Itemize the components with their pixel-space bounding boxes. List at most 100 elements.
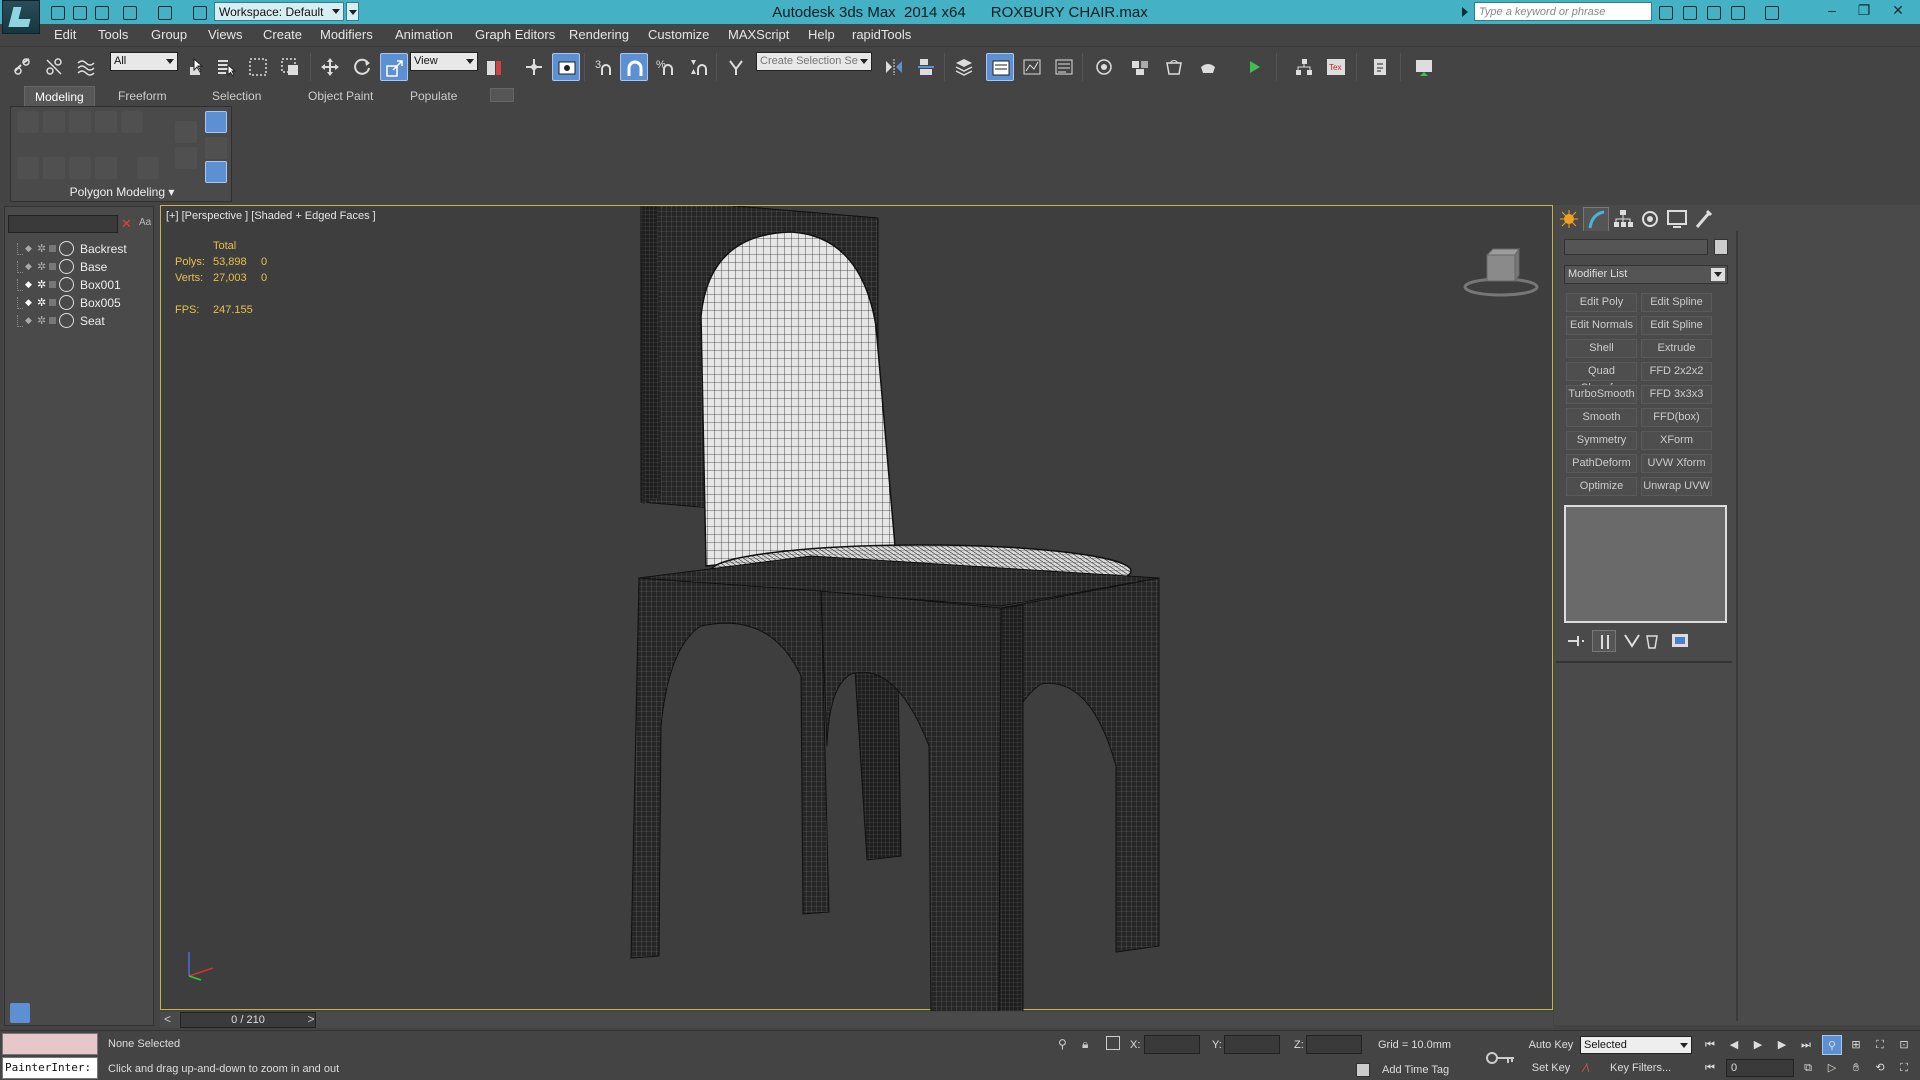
text-tools-icon[interactable]: Tex <box>1322 53 1350 81</box>
workspace-dropdown[interactable]: Workspace: Default <box>214 2 344 21</box>
z-coordinate-field[interactable] <box>1306 1035 1362 1054</box>
pathdeform-button[interactable]: PathDeform <box>1566 454 1637 473</box>
element-mode-icon[interactable] <box>95 111 117 133</box>
filter-icon[interactable] <box>116 1003 136 1023</box>
edit-normals-button[interactable]: Edit Normals <box>1566 316 1637 335</box>
display-children-icon[interactable] <box>84 1003 104 1023</box>
spinner-snap-icon[interactable] <box>684 53 712 81</box>
ribbon-options-icon[interactable] <box>490 88 514 102</box>
menu-maxscript[interactable]: MAXScript <box>728 27 789 42</box>
scene-search-input[interactable] <box>8 215 118 233</box>
quick-access-dropdown[interactable] <box>346 2 359 21</box>
modifier-list-dropdown[interactable]: Modifier List <box>1564 265 1728 284</box>
go-to-end-icon[interactable]: ⏭ <box>1796 1035 1816 1055</box>
uvw-xform-button[interactable]: UVW Xform <box>1641 454 1712 473</box>
script-tool-icon[interactable] <box>1366 53 1394 81</box>
field-of-view-icon[interactable]: ▷ <box>1822 1058 1842 1078</box>
visibility-icon[interactable]: ◆ <box>25 262 33 271</box>
modify-tab-icon[interactable] <box>1583 207 1609 231</box>
menu-modifiers[interactable]: Modifiers <box>320 27 373 42</box>
turbosmooth-button[interactable]: TurboSmooth <box>1566 385 1637 404</box>
save-file-icon[interactable] <box>92 3 110 21</box>
set-key-button[interactable]: Set Key <box>1526 1059 1576 1077</box>
display-tab-icon[interactable] <box>1664 207 1690 231</box>
menu-rendering[interactable]: Rendering <box>569 27 629 42</box>
visibility-icon[interactable]: ◆ <box>25 244 33 253</box>
tab-modeling[interactable]: Modeling <box>24 86 95 106</box>
edit-named-selections-icon[interactable] <box>722 53 750 81</box>
pin-stack-icon[interactable] <box>205 137 227 159</box>
play-animation-icon[interactable]: ▶︎ <box>1748 1035 1768 1055</box>
select-and-link-icon[interactable] <box>8 53 36 81</box>
freeze-icon[interactable]: ✲ <box>37 260 46 273</box>
command-panel-scrollbar[interactable] <box>1736 231 1738 1021</box>
tab-selection[interactable]: Selection <box>202 86 271 106</box>
extrude-button[interactable]: Extrude <box>1641 339 1712 358</box>
show-end-result-icon[interactable] <box>175 121 197 143</box>
key-mode-icon[interactable]: ⁄\ <box>1584 1061 1589 1075</box>
pan-view-icon[interactable]: ✋︎ <box>1846 1058 1866 1078</box>
remove-modifier-icon[interactable] <box>1640 630 1664 652</box>
time-configuration-icon[interactable]: ⧉ <box>1798 1058 1818 1078</box>
go-to-start-icon[interactable]: ⏮ <box>1700 1035 1720 1055</box>
tab-object-paint[interactable]: Object Paint <box>298 86 383 106</box>
toggle-scene-explorer-icon[interactable] <box>986 53 1014 81</box>
select-and-scale-icon[interactable] <box>380 53 408 81</box>
help-search-input[interactable]: Type a keyword or phrase <box>1474 2 1652 21</box>
select-object-icon[interactable] <box>182 53 210 81</box>
configure-modifier-sets-icon[interactable] <box>1668 630 1692 652</box>
view-cube-icon[interactable] <box>1461 241 1541 301</box>
render-production-icon[interactable] <box>1240 53 1268 81</box>
display-box-icon[interactable] <box>49 317 56 324</box>
edge-mode-icon[interactable] <box>43 157 65 179</box>
menu-animation[interactable]: Animation <box>395 27 453 42</box>
align-icon[interactable] <box>912 53 940 81</box>
quad-chamfer-button[interactable]: Quad Chamfer <box>1566 362 1637 394</box>
project-folder-icon[interactable] <box>190 3 208 21</box>
selection-filter-dropdown[interactable]: All <box>110 52 178 71</box>
window-crossing-icon[interactable] <box>276 53 304 81</box>
isolate-selection-icon[interactable]: ⚲ <box>1058 1037 1067 1051</box>
y-coordinate-field[interactable] <box>1224 1035 1280 1054</box>
set-keys-icon[interactable] <box>1486 1051 1516 1065</box>
scene-object-row[interactable]: ◆ ✲ Seat <box>17 312 151 330</box>
previous-modifier-icon[interactable] <box>17 111 39 133</box>
named-selection-dropdown[interactable]: Create Selection Se <box>756 52 872 71</box>
render-frame-window-icon[interactable] <box>1194 53 1222 81</box>
minimize-icon[interactable]: – <box>1816 0 1848 22</box>
close-icon[interactable]: ✕ <box>1882 0 1914 22</box>
scene-object-row[interactable]: ◆ ✲ Box005 <box>17 294 151 312</box>
pivot-center-icon[interactable] <box>480 53 508 81</box>
open-file-icon[interactable] <box>70 3 88 21</box>
select-by-name-icon[interactable] <box>212 53 240 81</box>
symmetry-button[interactable]: Symmetry <box>1566 431 1637 450</box>
pin-stack-icon[interactable] <box>1564 630 1588 652</box>
subscription-icon[interactable] <box>1680 3 1698 21</box>
explorer-options-icon[interactable] <box>136 1003 156 1023</box>
orbit-icon[interactable]: ⟲ <box>1870 1058 1890 1078</box>
x-coordinate-field[interactable] <box>1144 1035 1200 1054</box>
menu-graph-editors[interactable]: Graph Editors <box>475 27 555 42</box>
selection-set-dropdown[interactable]: Selected <box>1580 1036 1692 1054</box>
edit-poly-button[interactable]: Edit Poly <box>1566 293 1637 312</box>
toggle-command-panel-icon[interactable] <box>205 161 227 183</box>
menu-help[interactable]: Help <box>808 27 835 42</box>
expand-arrow-icon[interactable] <box>1462 7 1468 17</box>
smooth-button[interactable]: Smooth <box>1566 408 1637 427</box>
layer-manager-icon[interactable] <box>950 53 978 81</box>
display-geometry-icon[interactable] <box>58 1003 78 1023</box>
communication-icon[interactable] <box>1704 3 1722 21</box>
scene-object-row[interactable]: ◆ ✲ Box001 <box>17 276 151 294</box>
key-filters-button[interactable]: Key Filters... <box>1610 1062 1671 1074</box>
favorites-star-icon[interactable] <box>1728 3 1746 21</box>
mirror-icon[interactable] <box>880 53 908 81</box>
graphite-modeling-tools-icon[interactable] <box>1018 53 1046 81</box>
zoom-extents-icon[interactable]: ⛶ <box>1870 1035 1890 1055</box>
snaps-toggle-icon[interactable]: 3 <box>590 53 618 81</box>
unlink-selection-icon[interactable] <box>40 53 68 81</box>
help-icon[interactable] <box>1762 3 1780 21</box>
select-and-rotate-icon[interactable] <box>348 53 376 81</box>
material-editor-icon[interactable] <box>1126 53 1154 81</box>
zoom-icon[interactable]: ⚲ <box>1822 1035 1842 1055</box>
freeze-icon[interactable]: ✲ <box>37 314 46 327</box>
